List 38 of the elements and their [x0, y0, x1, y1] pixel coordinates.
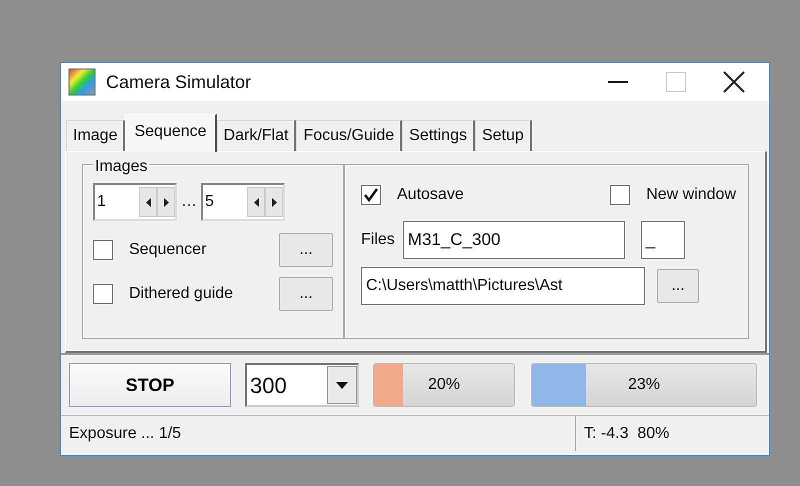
checkbox-label: Autosave — [397, 185, 465, 205]
checkbox[interactable] — [93, 284, 113, 304]
options-button[interactable]: ... — [279, 233, 333, 267]
tab[interactable]: Sequence — [125, 114, 217, 152]
status-text: Exposure ... 1/5 — [61, 416, 576, 451]
left-arrow-icon[interactable] — [146, 198, 150, 206]
app-icon — [68, 68, 96, 96]
checkbox-label: New window — [646, 185, 736, 205]
tab[interactable]: Dark/Flat — [216, 120, 296, 151]
tab[interactable]: Image — [66, 120, 126, 151]
checkbox-label: Dithered guide — [129, 284, 234, 304]
progress-reading: 23% — [628, 375, 660, 395]
right-arrow-icon[interactable] — [272, 198, 276, 206]
range-separator: … — [181, 192, 197, 212]
stop-button[interactable]: STOP — [69, 363, 231, 407]
close-icon[interactable] — [723, 71, 745, 93]
to-spinbox[interactable]: 5 — [201, 183, 285, 221]
filename-field[interactable]: M31_C_300 — [402, 221, 625, 259]
path-field[interactable]: C:\Users\matth\Pictures\Ast — [361, 267, 645, 305]
status-text: T: -4.3 80% — [583, 424, 670, 444]
exposure-dropdown[interactable]: 300 — [245, 363, 359, 407]
left-arrow-icon[interactable] — [254, 198, 258, 206]
checkbox-label: Sequencer — [129, 240, 208, 260]
browse-button[interactable]: ... — [657, 269, 699, 303]
files-label: Files — [361, 230, 395, 250]
progress-reading: 20% — [428, 375, 460, 395]
checkbox[interactable] — [361, 185, 381, 205]
right-arrow-icon[interactable] — [164, 198, 168, 206]
tab[interactable]: Settings — [402, 120, 475, 151]
checkbox[interactable] — [610, 185, 630, 205]
options-button[interactable]: ... — [279, 277, 333, 311]
tab[interactable]: Focus/Guide — [296, 120, 402, 151]
checkbox[interactable] — [93, 240, 113, 260]
separator-field[interactable]: _ — [640, 221, 685, 259]
from-spinbox[interactable]: 1 — [93, 183, 177, 221]
window-title: Camera Simulator — [106, 70, 252, 94]
tab[interactable]: Setup — [474, 120, 532, 151]
dropdown-arrow-icon — [336, 382, 348, 388]
